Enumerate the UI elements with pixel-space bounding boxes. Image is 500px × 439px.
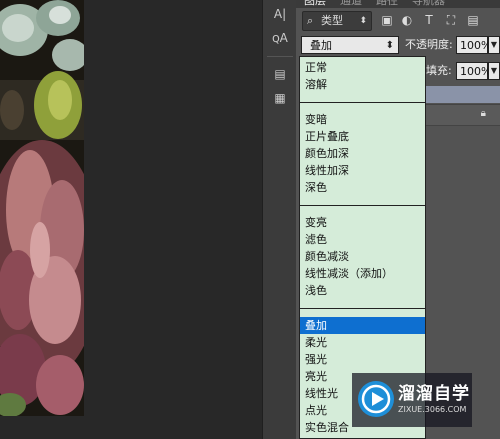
blend-mode-option[interactable]: 线性减淡（添加） [300, 265, 425, 282]
type-filter-icon[interactable]: T [422, 13, 436, 27]
blend-mode-option[interactable]: 变亮 [300, 214, 425, 231]
smart-object-filter-icon[interactable]: ▤ [466, 13, 480, 27]
blend-mode-option[interactable]: 变暗 [300, 111, 425, 128]
fill-dropdown-button[interactable]: ▼ [488, 62, 500, 80]
filter-kind-label: 类型 [321, 14, 343, 27]
tab-navigator[interactable]: 导航器 [412, 0, 445, 8]
watermark: 溜溜自学 ZIXUE.3066.COM [352, 373, 472, 427]
paragraph-icon[interactable]: ꞯA [269, 28, 291, 48]
tab-channels[interactable]: 通道 [340, 0, 362, 8]
blend-mode-option[interactable]: 溶解 [300, 76, 425, 93]
blend-mode-option[interactable]: 柔光 [300, 334, 425, 351]
panel-tabs: 图层 通道 路径 导航器 [296, 0, 500, 8]
layer-filter-row: ⌕ 类型 ⬍ ▣ ◐ T ⛶ ▤ [296, 9, 500, 33]
blend-mode-option[interactable]: 叠加 [300, 317, 425, 334]
character-icon[interactable]: A| [269, 4, 291, 24]
tab-layers[interactable]: 图层 [304, 0, 326, 8]
blend-mode-value: 叠加 [310, 39, 332, 52]
blend-list-divider [300, 102, 425, 103]
blend-list-divider [300, 205, 425, 206]
tab-paths[interactable]: 路径 [376, 0, 398, 8]
chevron-down-icon: ⬍ [385, 40, 394, 51]
blend-mode-option[interactable]: 正片叠底 [300, 128, 425, 145]
opacity-label: 不透明度: [405, 38, 453, 51]
shape-filter-icon[interactable]: ⛶ [444, 13, 458, 27]
fill-label: 填充: [426, 64, 452, 77]
blend-mode-option[interactable]: 颜色减淡 [300, 248, 425, 265]
chevron-down-icon: ⬍ [359, 16, 367, 26]
lock-icon: 🔒︎ [480, 108, 486, 119]
layer-row-selected[interactable] [426, 86, 500, 103]
play-logo-icon [358, 381, 394, 417]
blend-mode-select[interactable]: 叠加 ⬍ [301, 36, 399, 54]
blend-mode-option[interactable]: 滤色 [300, 231, 425, 248]
blend-mode-option[interactable]: 强光 [300, 351, 425, 368]
watermark-title: 溜溜自学 [398, 384, 470, 404]
search-icon: ⌕ [307, 14, 314, 27]
canvas-photo [0, 0, 84, 416]
fill-input[interactable]: 100% [456, 62, 491, 80]
tool-divider [267, 56, 293, 57]
layer-row[interactable]: 🔒︎ [426, 104, 500, 126]
opacity-dropdown-button[interactable]: ▼ [488, 36, 500, 54]
blend-row: 叠加 ⬍ 不透明度: 100% ▼ [296, 34, 500, 56]
canvas-background [84, 0, 262, 439]
filter-kind-select[interactable]: ⌕ 类型 ⬍ [302, 11, 372, 31]
blend-mode-option[interactable]: 正常 [300, 59, 425, 76]
panel-dock-strip: A| ꞯA ▤ ▦ [262, 0, 298, 439]
image-filter-icon[interactable]: ▣ [380, 13, 394, 27]
opacity-input[interactable]: 100% [456, 36, 491, 54]
blend-list-divider [300, 308, 425, 309]
blend-mode-option[interactable]: 颜色加深 [300, 145, 425, 162]
watermark-url: ZIXUE.3066.COM [398, 405, 467, 414]
blend-mode-option[interactable]: 深色 [300, 179, 425, 196]
layer-comp-icon[interactable]: ▤ [269, 64, 291, 84]
blend-mode-option[interactable]: 线性加深 [300, 162, 425, 179]
note-icon[interactable]: ▦ [269, 88, 291, 108]
adjustment-filter-icon[interactable]: ◐ [400, 13, 414, 27]
blend-mode-option[interactable]: 浅色 [300, 282, 425, 299]
